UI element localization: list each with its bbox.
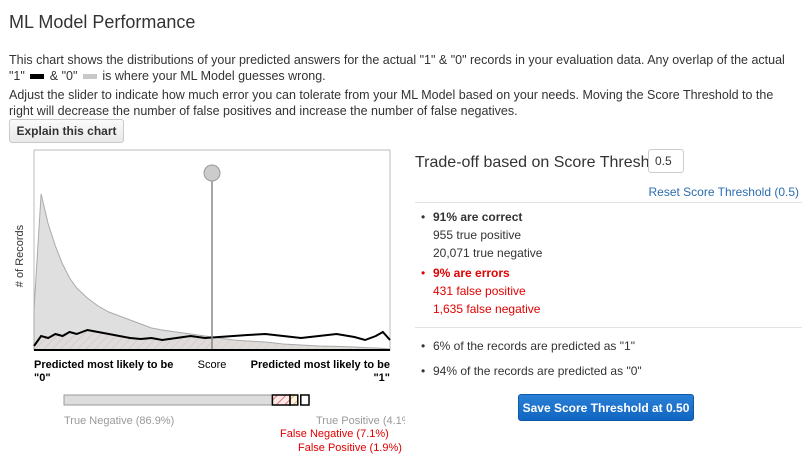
page-title: ML Model Performance (9, 12, 196, 32)
predicted-one-stat: • 6% of the records are predicted as "1" (421, 339, 635, 353)
false-positive-count: 431 false positive (433, 284, 526, 298)
error-stats: • 9% are errors 431 false positive 1,635 … (421, 266, 541, 316)
score-axis-label: Score (198, 359, 227, 371)
true-negative-bar (63, 394, 273, 406)
false-negative-bar (271, 394, 291, 406)
tradeoff-label: Trade-off based on Score Threshold (415, 154, 671, 171)
y-axis-label: # of Records (14, 224, 26, 287)
correct-stats: • 91% are correct 955 true positive 20,07… (421, 210, 543, 260)
true-positive-label: True Positive (4.1%) (316, 415, 405, 427)
left-axis-label-line2: "0" (34, 372, 51, 384)
distribution-chart: # of Records Predicted most likely to be… (14, 149, 405, 454)
true-positive-bar (300, 394, 310, 406)
errors-header: 9% are errors (433, 266, 510, 280)
actual-one-swatch (30, 74, 45, 80)
true-positive-count: 955 true positive (433, 228, 522, 242)
right-axis-label-line1: Predicted most likely to be (251, 359, 390, 371)
false-positive-label: False Positive (1.9%) (298, 442, 402, 454)
threshold-slider-handle[interactable] (203, 164, 221, 182)
true-negative-count: 20,071 true negative (433, 246, 543, 260)
slider-instructions: Adjust the slider to indicate how much e… (9, 88, 774, 118)
true-negative-label: True Negative (86.9%) (64, 415, 174, 427)
actual-zero-swatch (82, 74, 97, 80)
divider (415, 327, 802, 328)
save-threshold-button[interactable]: Save Score Threshold at 0.50 (518, 394, 694, 421)
correct-header: 91% are correct (433, 210, 523, 224)
left-axis-label-line1: Predicted most likely to be (34, 359, 173, 371)
explain-chart-button[interactable]: Explain this chart (9, 119, 124, 143)
right-axis-label-line2: "1" (373, 372, 390, 384)
predicted-zero-stat: • 94% of the records are predicted as "0" (421, 364, 642, 378)
description-text-b: & "0" (49, 69, 78, 83)
false-positive-bar (289, 394, 299, 406)
false-negative-label: False Negative (7.1%) (280, 428, 389, 440)
false-negative-count: 1,635 false negative (433, 302, 541, 316)
chart-description: This chart shows the distributions of yo… (9, 52, 799, 84)
divider (415, 202, 802, 203)
score-threshold-input[interactable] (648, 149, 684, 173)
reset-threshold-link[interactable]: Reset Score Threshold (0.5) (648, 185, 799, 199)
description-text-c: is where your ML Model guesses wrong. (102, 69, 326, 83)
